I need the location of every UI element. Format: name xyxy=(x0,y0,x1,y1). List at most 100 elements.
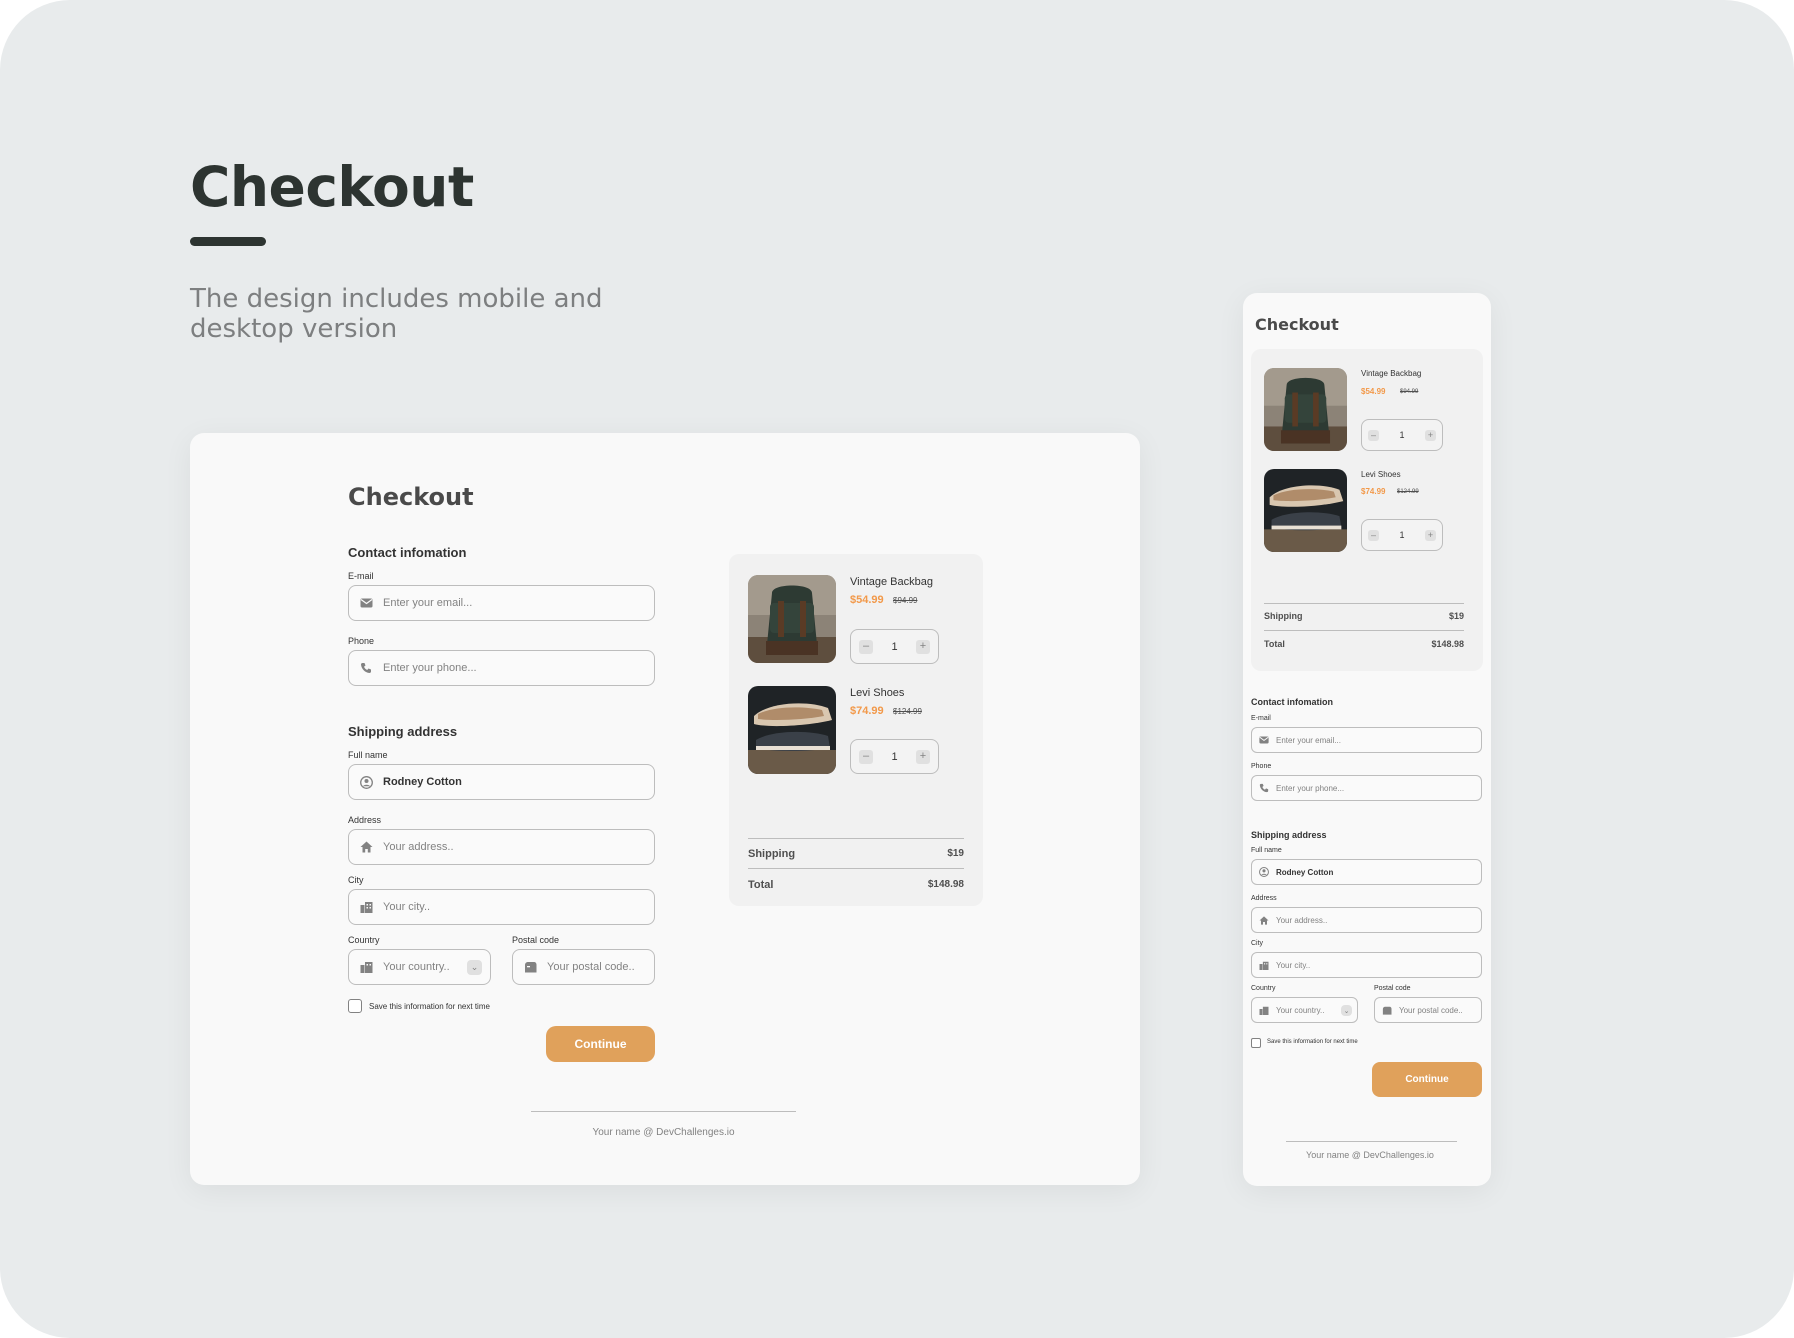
hero-subtitle: The design includes mobile and desktop v… xyxy=(190,284,603,344)
product-old-price: $94.99 xyxy=(1400,389,1419,395)
save-info-checkbox[interactable] xyxy=(348,999,362,1013)
plus-icon[interactable]: + xyxy=(916,749,930,764)
city-placeholder: Your city.. xyxy=(383,901,431,913)
plus-icon[interactable]: + xyxy=(1424,529,1436,541)
checkout-title: Checkout xyxy=(1255,315,1339,334)
save-info-checkbox[interactable] xyxy=(1251,1038,1261,1048)
product-image-shoes xyxy=(1264,469,1347,552)
phone-placeholder: Enter your phone... xyxy=(1276,783,1345,793)
total-label: Total xyxy=(1264,639,1285,649)
order-summary: Vintage Backbag $54.99 $94.99 – 1 + Levi… xyxy=(729,554,983,906)
fullname-value: Rodney Cotton xyxy=(1276,867,1334,877)
country-label: Country xyxy=(348,935,380,945)
shipping-row: Shipping $19 xyxy=(1264,611,1464,621)
country-label: Country xyxy=(1251,985,1276,992)
city-icon xyxy=(359,900,373,914)
product-image-shoes xyxy=(748,686,836,774)
plus-icon[interactable]: + xyxy=(1424,429,1436,441)
shipping-label: Shipping xyxy=(1264,611,1303,621)
contact-heading: Contact infomation xyxy=(1251,697,1333,707)
quantity-value: 1 xyxy=(891,750,898,763)
chevron-down-icon[interactable]: ⌄ xyxy=(1341,1005,1352,1016)
product-name: Vintage Backbag xyxy=(850,576,933,588)
summary-divider xyxy=(748,868,964,869)
footer-divider xyxy=(1286,1141,1457,1142)
fullname-value: Rodney Cotton xyxy=(383,776,462,788)
address-field[interactable]: Your address.. xyxy=(348,829,655,865)
flag-icon xyxy=(1259,1005,1269,1015)
minus-icon[interactable]: – xyxy=(859,749,873,764)
order-summary: Vintage Backbag $54.99 $94.99 – 1 + Levi… xyxy=(1251,349,1483,671)
city-label: City xyxy=(348,875,364,885)
footer-credit: Your name @ DevChallenges.io xyxy=(592,1127,735,1138)
product-image-backbag xyxy=(748,575,836,663)
hero-title: Checkout xyxy=(190,155,474,219)
home-icon xyxy=(1259,915,1269,925)
address-label: Address xyxy=(348,815,382,825)
quantity-stepper[interactable]: – 1 + xyxy=(850,629,939,664)
phone-placeholder: Enter your phone... xyxy=(383,662,477,674)
country-select[interactable]: Your country.. ⌄ xyxy=(1251,997,1358,1023)
total-row: Total $148.98 xyxy=(748,879,964,891)
fullname-field[interactable]: Rodney Cotton xyxy=(348,764,655,800)
city-icon xyxy=(1259,960,1269,970)
postal-label: Postal code xyxy=(1374,985,1411,992)
mail-icon xyxy=(1259,735,1269,745)
shipping-row: Shipping $19 xyxy=(748,848,964,860)
hero-underline xyxy=(190,237,266,246)
address-label: Address xyxy=(1251,895,1277,902)
city-placeholder: Your city.. xyxy=(1276,960,1311,970)
email-label: E-mail xyxy=(348,571,374,581)
phone-icon xyxy=(359,661,373,675)
phone-field[interactable]: Enter your phone... xyxy=(1251,775,1482,801)
summary-divider xyxy=(1264,603,1464,604)
quantity-stepper[interactable]: – 1 + xyxy=(850,739,939,774)
phone-icon xyxy=(1259,783,1269,793)
product-image-backbag xyxy=(1264,368,1347,451)
address-placeholder: Your address.. xyxy=(383,841,454,853)
phone-field[interactable]: Enter your phone... xyxy=(348,650,655,686)
address-field[interactable]: Your address.. xyxy=(1251,907,1482,933)
quantity-value: 1 xyxy=(1399,530,1405,540)
checkout-title: Checkout xyxy=(348,483,474,511)
save-info-label: Save this information for next time xyxy=(369,1002,490,1011)
fullname-field[interactable]: Rodney Cotton xyxy=(1251,859,1482,885)
product-name: Vintage Backbag xyxy=(1361,369,1422,378)
quantity-stepper[interactable]: – 1 + xyxy=(1361,519,1443,551)
quantity-stepper[interactable]: – 1 + xyxy=(1361,419,1443,451)
product-price: $74.99 xyxy=(1361,487,1386,496)
email-field[interactable]: Enter your email... xyxy=(348,585,655,621)
city-field[interactable]: Your city.. xyxy=(1251,952,1482,978)
product-name: Levi Shoes xyxy=(850,687,905,699)
postal-field[interactable]: Your postal code.. xyxy=(1374,997,1482,1023)
summary-divider xyxy=(1264,630,1464,631)
total-label: Total xyxy=(748,879,774,891)
quantity-value: 1 xyxy=(891,640,898,653)
product-price: $54.99 xyxy=(850,594,884,606)
country-select[interactable]: Your country.. ⌄ xyxy=(348,949,491,985)
fullname-label: Full name xyxy=(1251,847,1282,854)
continue-button[interactable]: Continue xyxy=(1372,1062,1482,1097)
chevron-down-icon[interactable]: ⌄ xyxy=(467,960,482,975)
shipping-value: $19 xyxy=(947,848,964,859)
plus-icon[interactable]: + xyxy=(916,639,930,654)
minus-icon[interactable]: – xyxy=(859,639,873,654)
shipping-heading: Shipping address xyxy=(1251,830,1327,840)
minus-icon[interactable]: – xyxy=(1368,529,1379,541)
mailbox-icon xyxy=(523,960,537,974)
product-price: $54.99 xyxy=(1361,387,1386,396)
minus-icon[interactable]: – xyxy=(1368,429,1379,441)
save-info-label: Save this information for next time xyxy=(1267,1039,1358,1045)
summary-divider xyxy=(748,838,964,839)
shipping-heading: Shipping address xyxy=(348,724,458,739)
city-field[interactable]: Your city.. xyxy=(348,889,655,925)
product-old-price: $94.99 xyxy=(893,596,918,605)
email-field[interactable]: Enter your email... xyxy=(1251,727,1482,753)
country-placeholder: Your country.. xyxy=(383,961,450,973)
user-circle-icon xyxy=(359,775,373,789)
phone-label: Phone xyxy=(348,636,375,646)
postal-field[interactable]: Your postal code.. xyxy=(512,949,655,985)
footer-credit: Your name @ DevChallenges.io xyxy=(1306,1150,1434,1160)
product-old-price: $124.99 xyxy=(1397,489,1419,495)
continue-button[interactable]: Continue xyxy=(546,1026,655,1062)
